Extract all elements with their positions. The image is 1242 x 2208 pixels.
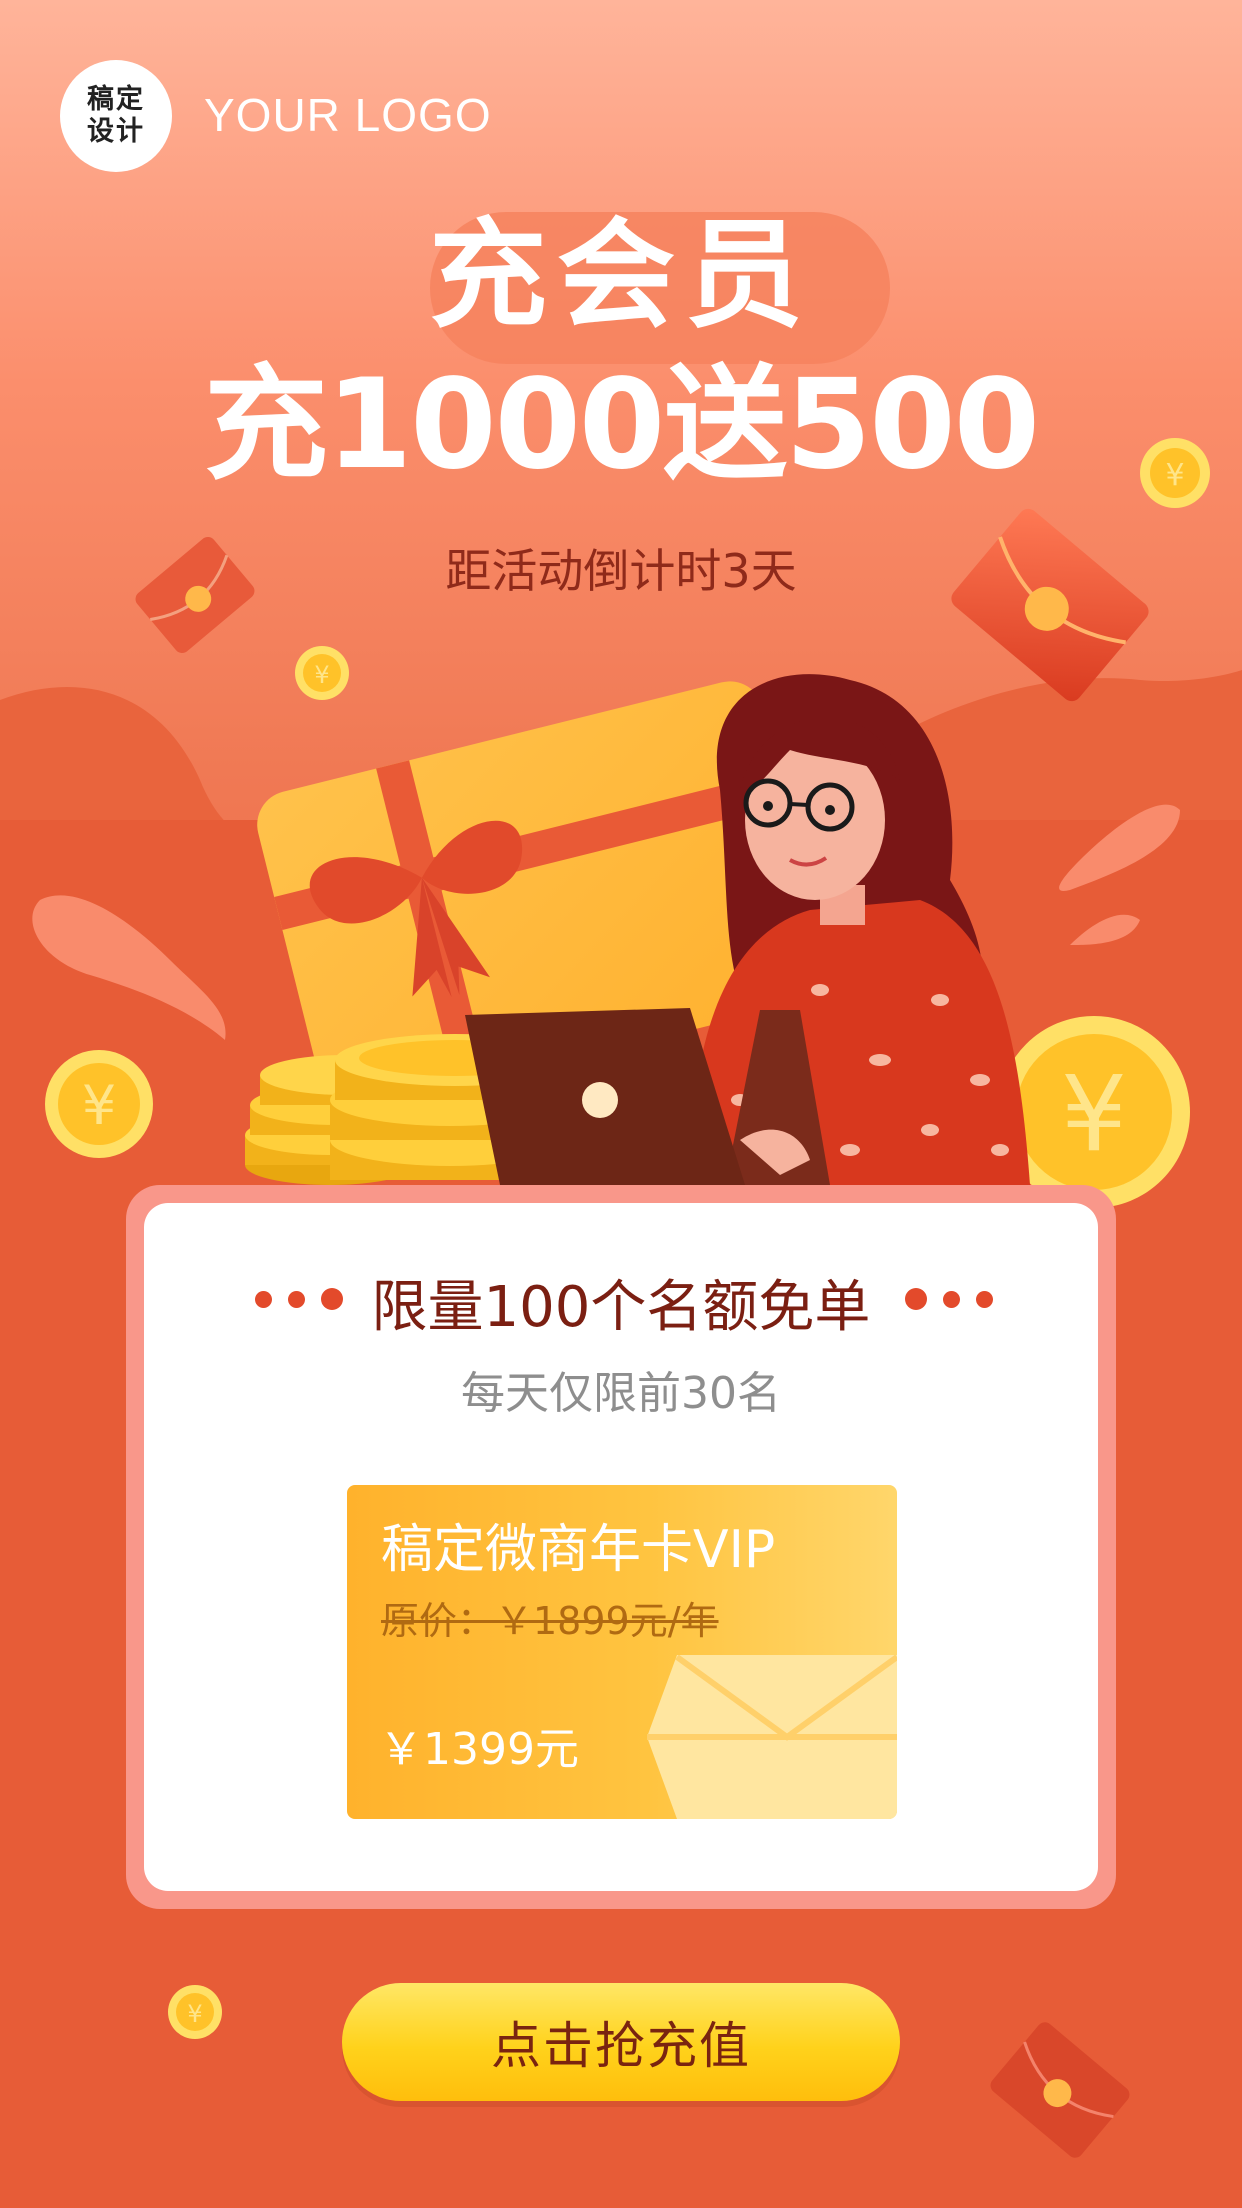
svg-text:¥: ¥: [82, 1074, 116, 1137]
decor-leaf: [1059, 804, 1180, 891]
woman-illustration: [690, 674, 1030, 1185]
svg-text:¥: ¥: [1061, 1053, 1127, 1175]
coin-icon: ¥: [1140, 438, 1210, 508]
vip-original-price: 原价：￥1899元/年: [381, 1599, 719, 1643]
card-title: 限量100个名额免单: [371, 1275, 871, 1340]
vip-product-name: 稿定微商年卡VIP: [381, 1520, 776, 1580]
recharge-button[interactable]: 点击抢充值: [342, 1983, 900, 2101]
svg-text:¥: ¥: [1165, 458, 1184, 493]
vip-price: ￥1399元: [379, 1724, 579, 1775]
svg-text:¥: ¥: [314, 661, 329, 689]
recharge-button-label: 点击抢充值: [491, 2017, 751, 2075]
card-subtitle: 每天仅限前30名: [461, 1368, 781, 1419]
svg-text:¥: ¥: [187, 2000, 202, 2028]
decor-leaf: [1070, 914, 1140, 945]
vip-product-card[interactable]: 稿定微商年卡VIP 原价：￥1899元/年 ￥1399元: [347, 1485, 897, 1819]
coin-icon: ¥: [45, 1050, 153, 1158]
envelope-icon: [647, 1655, 897, 1819]
red-envelope-icon: [135, 537, 255, 653]
coin-icon: ¥: [168, 1985, 222, 2039]
red-envelope-icon: [990, 2022, 1130, 2158]
coin-icon: ¥: [295, 646, 349, 700]
decor-leaf: [32, 895, 226, 1040]
red-envelope-icon: [951, 508, 1149, 702]
